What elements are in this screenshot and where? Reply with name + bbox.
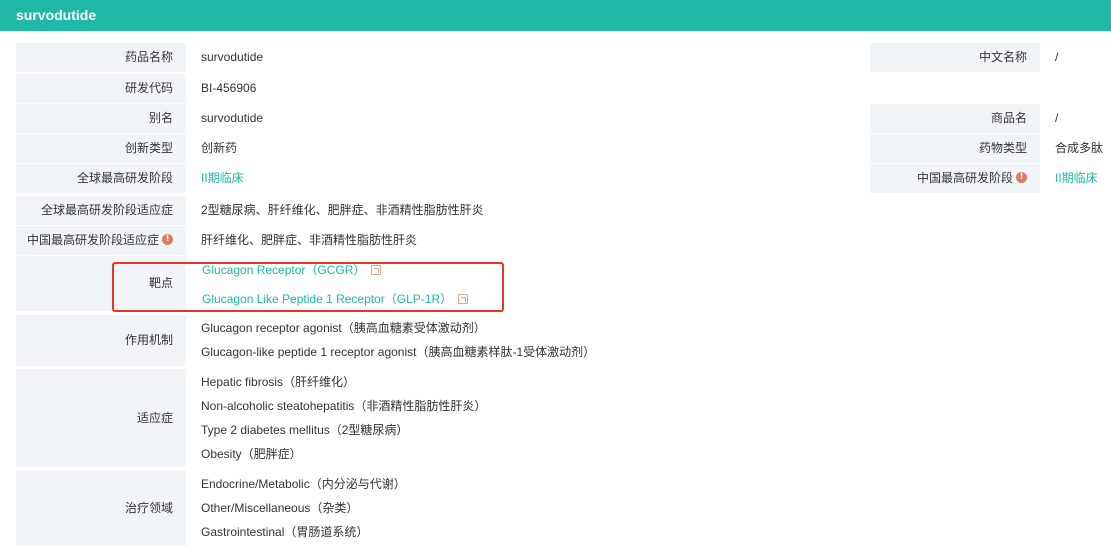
value-global-indication: 2型糖尿病、肝纤维化、肥胖症、非酒精性脂肪性肝炎 [201,203,484,217]
indication-item: Hepatic fibrosis（肝纤维化） [201,375,356,389]
label-china-indication: 中国最高研发阶段适应症! [16,226,186,255]
label-dev-code: 研发代码 [16,74,186,103]
indication-item: Type 2 diabetes mellitus（2型糖尿病） [201,423,409,437]
info-icon[interactable]: ! [1016,172,1027,184]
label-drug-name: 药品名称 [16,43,186,72]
label-alias: 别名 [16,104,186,133]
therapeutic-area-item: Gastrointestinal（胃肠道系统） [201,525,369,539]
label-indications: 适应症 [16,369,186,467]
label-therapeutic-area: 治疗领域 [16,471,186,546]
therapeutic-area-item: Other/Miscellaneous（杂类） [201,501,359,515]
label-china-indication-text: 中国最高研发阶段适应症 [26,233,159,247]
value-drug-type: 合成多肽 [1055,141,1104,155]
mechanism-item: Glucagon receptor agonist（胰高血糖素受体激动剂） [201,321,486,335]
value-chinese-name: / [1055,50,1059,64]
value-innovation-type: 创新药 [201,141,238,155]
drug-title-bar: survodutide [0,0,1111,31]
label-chinese-name: 中文名称 [870,43,1040,72]
value-china-phase-link[interactable]: II期临床 [1055,164,1098,193]
value-global-phase-link[interactable]: II期临床 [201,164,244,193]
value-drug-name: survodutide [201,50,264,64]
label-trade-name: 商品名 [870,104,1040,133]
value-trade-name: / [1055,111,1059,125]
value-alias: survodutide [201,111,264,125]
label-china-phase: 中国最高研发阶段! [870,164,1040,193]
label-innovation-type: 创新类型 [16,134,186,163]
highlight-box [112,262,504,312]
value-china-indication: 肝纤维化、肥胖症、非酒精性脂肪性肝炎 [201,233,418,247]
info-icon[interactable]: ! [162,234,173,246]
therapeutic-area-item: Endocrine/Metabolic（内分泌与代谢） [201,477,406,491]
indication-item: Non-alcoholic steatohepatitis（非酒精性脂肪性肝炎） [201,399,487,413]
label-mechanism: 作用机制 [16,315,186,366]
label-global-phase: 全球最高研发阶段 [16,164,186,193]
drug-title: survodutide [16,7,97,23]
mechanism-item: Glucagon-like peptide 1 receptor agonist… [201,345,596,359]
value-dev-code: BI-456906 [201,81,257,95]
indication-item: Obesity（肥胖症） [201,447,302,461]
label-drug-type: 药物类型 [870,134,1040,163]
label-global-indication: 全球最高研发阶段适应症 [16,196,186,225]
label-china-phase-text: 中国最高研发阶段 [916,171,1013,185]
